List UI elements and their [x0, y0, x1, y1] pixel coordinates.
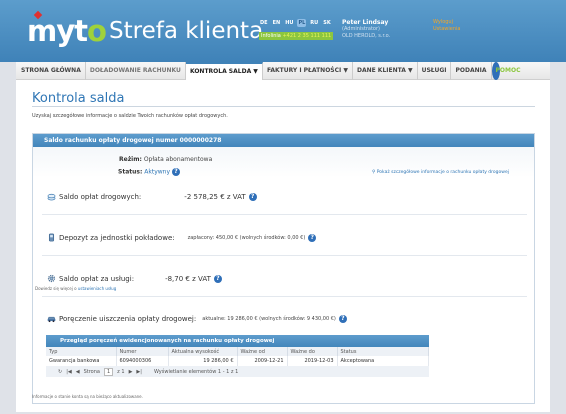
- guarantees-grid: Typ Numer Aktualna wysokość Ważne od Waż…: [46, 347, 429, 366]
- page-count: z 1: [117, 368, 125, 375]
- help-icon[interactable]: ?: [308, 233, 317, 242]
- page-content: STRONA GŁÓWNA DOŁADOWANIE RACHUNKU KONTR…: [16, 61, 550, 412]
- hotline: Infolinia +421 2 35 111 111: [259, 32, 334, 40]
- table-cell: 2019-12-03: [287, 356, 338, 366]
- page-label: Strona: [83, 368, 100, 375]
- user-info: Peter Lindsay (Administrator) OLD HEROLD…: [342, 19, 390, 40]
- guarantee-row: Poręczenie uiszczenia opłaty drogowej: a…: [47, 314, 347, 323]
- status-row: Status: Aktywny ?: [118, 168, 180, 176]
- page-number-input[interactable]: 1: [103, 367, 114, 376]
- table-cell: Gwarancja bankowa: [46, 356, 117, 366]
- status-value: Aktywny: [144, 168, 171, 176]
- nav-home[interactable]: STRONA GŁÓWNA: [16, 61, 86, 80]
- user-company: OLD HEROLD, s.r.o.: [342, 33, 391, 39]
- hotline-number: +421 2 35 111 111: [282, 33, 332, 39]
- nav-services[interactable]: USŁUGI: [418, 61, 452, 80]
- user-name: Peter Lindsay: [342, 19, 389, 26]
- service-balance-row: Saldo opłat za usługi: -8,70 € z VAT ?: [47, 274, 222, 283]
- guarantee-label: Poręczenie uiszczenia opłaty drogowej:: [59, 314, 197, 323]
- column-header[interactable]: Aktualna wysokość: [168, 347, 238, 356]
- nav-topup[interactable]: DOŁADOWANIE RACHUNKU: [86, 61, 186, 80]
- gear-icon: [47, 274, 56, 283]
- nav-client-data[interactable]: DANE KLIENTA ▼: [353, 61, 418, 80]
- lang-sk[interactable]: SK: [322, 19, 331, 27]
- column-header[interactable]: Status: [337, 347, 429, 356]
- column-header[interactable]: Ważne do: [287, 347, 338, 356]
- help-icon[interactable]: ?: [248, 192, 257, 201]
- app-title: Strefa klienta: [109, 18, 264, 44]
- table-row[interactable]: Gwarancja bankowa 6094000306 19 286,00 €…: [46, 356, 429, 366]
- settings-link[interactable]: Ustawienia: [433, 26, 460, 33]
- header: myto Strefa klienta DE EN HU PL RU SK In…: [0, 0, 566, 62]
- account-details-link[interactable]: ⚲ Pokaż szczegółowe informacje o rachunk…: [372, 170, 509, 175]
- user-role: (Administrator): [342, 26, 380, 32]
- title-divider: [32, 106, 535, 107]
- deposit-row: Depozyt za jednostki pokładowe: zapłacon…: [47, 233, 317, 242]
- service-settings-link[interactable]: ustawieniach usług: [78, 286, 116, 291]
- table-header-row: Typ Numer Aktualna wysokość Ważne od Waż…: [46, 347, 429, 356]
- guarantees-table-title: Przegląd poręczeń ewidencjonowanych na r…: [46, 335, 429, 347]
- help-icon[interactable]: ?: [171, 168, 180, 176]
- regime-label: Reżim:: [119, 156, 142, 163]
- toll-balance-row: Saldo opłat drogowych: -2 578,25 € z VAT…: [47, 192, 257, 201]
- table-pager: ↻ |◀ ◀ Strona 1 z 1 ▶ ▶| Wyświetlanie el…: [46, 366, 429, 377]
- next-page-icon[interactable]: ▶: [129, 369, 133, 375]
- device-icon: [48, 233, 55, 242]
- divider: [42, 255, 527, 256]
- page-intro: Uzyskaj szczegółowe informacje o saldzie…: [32, 113, 228, 119]
- toll-balance-label: Saldo opłat drogowych:: [59, 192, 142, 201]
- lang-de[interactable]: DE: [259, 19, 269, 27]
- car-icon: [47, 316, 56, 323]
- prev-page-icon[interactable]: ◀: [76, 369, 80, 375]
- header-links: Wyloguj Ustawienia: [433, 19, 460, 33]
- column-header[interactable]: Numer: [116, 347, 169, 356]
- page-title: Kontrola salda: [32, 91, 125, 106]
- nav-balance-control[interactable]: KONTROLA SALDA ▼: [185, 61, 263, 80]
- table-cell: 19 286,00 €: [168, 356, 238, 366]
- last-page-icon[interactable]: ▶|: [136, 369, 142, 375]
- deposit-label: Depozyt za jednostki pokładowe:: [59, 233, 175, 242]
- language-switcher: DE EN HU PL RU SK: [259, 19, 332, 27]
- table-cell: 6094000306: [116, 356, 169, 366]
- logout-link[interactable]: Wyloguj: [433, 19, 460, 26]
- help-icon[interactable]: ?: [338, 314, 347, 323]
- deposit-value: zapłacony: 450,00 € (wolnych środków: 0,…: [187, 234, 306, 241]
- regime-row: Reżim: Opłata abonamentowa: [119, 156, 212, 163]
- lang-pl[interactable]: PL: [297, 19, 307, 27]
- hotline-label: Infolinia: [261, 33, 281, 39]
- help-icon[interactable]: ?: [213, 274, 222, 283]
- guarantee-value: aktualne: 19 286,00 € (wolnych środków: …: [202, 315, 336, 322]
- lang-en[interactable]: EN: [272, 19, 282, 27]
- column-header[interactable]: Ważne od: [237, 347, 288, 356]
- divider: [42, 296, 527, 297]
- coins-icon: [47, 193, 56, 201]
- footnote: Informacje o stanie konta są na bieżąco …: [32, 394, 143, 399]
- regime-value: Opłata abonamentowa: [143, 156, 213, 163]
- column-header[interactable]: Typ: [46, 347, 117, 356]
- service-balance-value: -8,70 € z VAT: [165, 274, 211, 283]
- myto-logo[interactable]: myto: [27, 8, 107, 52]
- nav-invoices[interactable]: FAKTURY I PŁATNOŚCI ▼: [263, 61, 353, 80]
- pager-info: Wyświetlanie elementów 1 - 1 z 1: [153, 368, 239, 375]
- service-balance-label: Saldo opłat za usługi:: [59, 274, 135, 283]
- main-nav: STRONA GŁÓWNA DOŁADOWANIE RACHUNKU KONTR…: [16, 61, 550, 80]
- nav-applications[interactable]: PODANIA: [451, 61, 492, 80]
- lang-hu[interactable]: HU: [284, 19, 294, 27]
- guarantees-table: Przegląd poręczeń ewidencjonowanych na r…: [46, 335, 429, 377]
- service-more-prefix: Dowiedz się więcej o: [35, 286, 77, 291]
- account-panel-header: Saldo rachunku opłaty drogowej numer 000…: [33, 134, 534, 147]
- refresh-icon[interactable]: ↻: [58, 369, 62, 375]
- table-cell: Akceptowana: [337, 356, 429, 366]
- status-label: Status:: [118, 168, 143, 176]
- toll-balance-value: -2 578,25 € z VAT: [184, 192, 246, 201]
- lang-ru[interactable]: RU: [309, 19, 319, 27]
- table-cell: 2009-12-21: [237, 356, 288, 366]
- logo-text: myto: [27, 14, 107, 48]
- first-page-icon[interactable]: |◀: [66, 369, 72, 375]
- nav-help[interactable]: POMOC: [491, 61, 521, 80]
- divider: [42, 214, 527, 215]
- service-more-info: Dowiedz się więcej o ustawieniach usług: [35, 286, 116, 291]
